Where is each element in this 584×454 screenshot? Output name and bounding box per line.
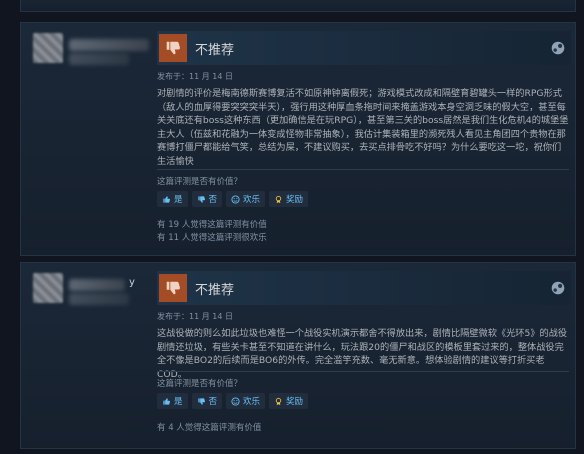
author-block[interactable]: y — [33, 273, 153, 313]
vote-no-label: 否 — [208, 397, 218, 407]
divider — [157, 371, 569, 372]
thumbs-down-icon — [197, 397, 205, 405]
award-label: 奖励 — [286, 397, 304, 407]
vote-funny-label: 欢乐 — [243, 397, 261, 407]
thumbs-down-icon — [197, 195, 205, 203]
funny-count: 有 11 人觉得这篇评测很欢乐 — [157, 233, 267, 243]
review-card: 不推荐 发布于：11 月 14 日 对剧情的评价是梅南德斯赛博复活不如原神钟离假… — [20, 22, 576, 256]
helpful-count: 有 19 人觉得这篇评测有价值 — [157, 220, 267, 230]
helpful-question: 这篇评测是否有价值？ — [157, 379, 243, 389]
author-name-suffix[interactable]: y — [129, 277, 135, 288]
verdict-label: 不推荐 — [195, 43, 235, 58]
vote-yes-label: 是 — [174, 195, 183, 205]
vote-no-button[interactable]: 否 — [191, 393, 223, 409]
vote-yes-button[interactable]: 是 — [157, 191, 188, 207]
review-body: 这战役做的则么如此垃圾也难怪一个战役实机演示都舍不得放出来，剧情比隔壁微软《光环… — [157, 328, 568, 380]
review-card: y 不推荐 发布于：11 月 14 日 这战役做的则么如此垃圾也难怪一个战役实机… — [20, 262, 576, 449]
thumbs-down-icon — [159, 274, 187, 302]
smiley-icon — [231, 396, 240, 406]
author-name-blurred[interactable] — [69, 39, 149, 51]
award-button[interactable]: 奖励 — [269, 191, 309, 207]
vote-funny-label: 欢乐 — [243, 195, 261, 205]
vote-no-label: 否 — [208, 195, 218, 205]
award-label: 奖励 — [286, 195, 304, 205]
review-body: 对剧情的评价是梅南德斯赛博复活不如原神钟离假死；游戏模式改成和隔壁育碧罐头一样的… — [157, 88, 569, 167]
vote-funny-button[interactable]: 欢乐 — [226, 393, 266, 409]
author-name-blurred[interactable] — [69, 279, 125, 291]
author-meta-blurred — [69, 53, 129, 65]
thumbs-up-icon — [163, 195, 170, 203]
verdict-label: 不推荐 — [195, 283, 235, 298]
vote-funny-button[interactable]: 欢乐 — [226, 191, 266, 207]
helpful-question: 这篇评测是否有价值？ — [157, 177, 243, 187]
award-button[interactable]: 奖励 — [269, 393, 309, 409]
author-meta-blurred — [69, 293, 129, 305]
vote-yes-button[interactable]: 是 — [157, 393, 188, 409]
posted-date: 发布于：11 月 14 日 — [157, 312, 233, 321]
smiley-icon — [231, 194, 240, 204]
award-medal-icon — [275, 397, 282, 405]
posted-date: 发布于：11 月 14 日 — [157, 72, 233, 81]
author-block[interactable] — [33, 33, 153, 73]
review-verdict-banner[interactable]: 不推荐 — [157, 31, 571, 65]
helpful-count: 有 4 人觉得这篇评测有价值 — [157, 423, 262, 433]
award-medal-icon — [275, 195, 282, 203]
vote-buttons: 是 否 欢乐 奖励 — [157, 191, 309, 207]
previous-review-card — [20, 0, 576, 12]
steam-logo-icon — [551, 281, 565, 295]
thumbs-down-icon — [159, 34, 187, 62]
review-verdict-banner[interactable]: 不推荐 — [157, 271, 571, 305]
steam-logo-icon — [551, 41, 565, 55]
avatar[interactable] — [33, 33, 63, 63]
vote-buttons: 是 否 欢乐 奖励 — [157, 393, 309, 409]
vote-yes-label: 是 — [174, 397, 183, 407]
vote-no-button[interactable]: 否 — [191, 191, 223, 207]
avatar[interactable] — [33, 273, 63, 303]
thumbs-up-icon — [163, 397, 170, 405]
divider — [157, 169, 569, 170]
